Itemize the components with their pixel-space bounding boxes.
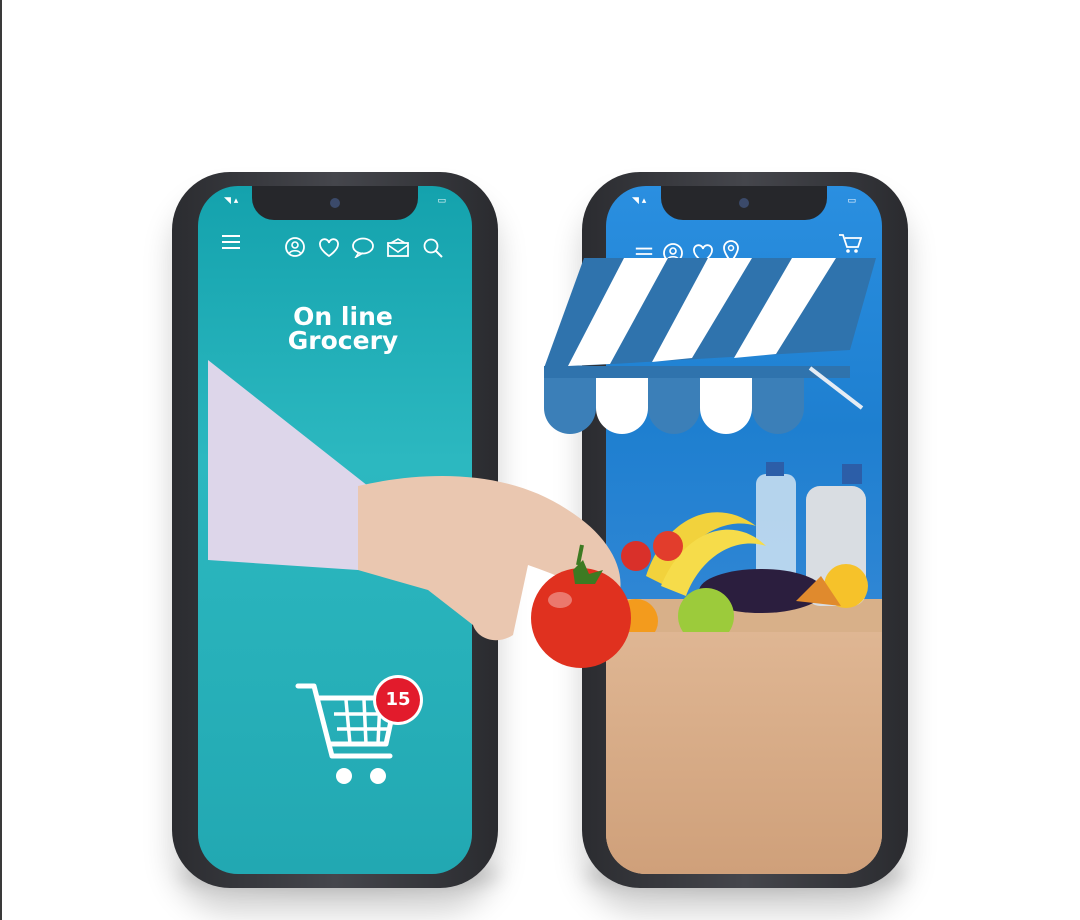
cart-icon[interactable] (838, 232, 862, 254)
mail-icon[interactable] (386, 238, 410, 258)
search-icon[interactable] (422, 237, 444, 259)
image-left-border (0, 0, 2, 920)
wifi-signal-icon: ◥ ▴ (632, 196, 647, 206)
cart-count-badge: 15 (376, 678, 420, 722)
menu-icon[interactable] (220, 232, 242, 252)
right-phone-notch (661, 186, 827, 220)
app-title-line2: Grocery (287, 326, 399, 355)
battery-icon: ▭ (847, 196, 856, 206)
hand-holding-tomato (208, 360, 631, 668)
wifi-signal-icon: ◥ ▴ (224, 196, 239, 206)
heart-icon[interactable] (318, 238, 340, 258)
battery-icon: ▭ (437, 196, 446, 206)
left-phone-notch (252, 186, 418, 220)
chat-icon[interactable] (351, 236, 375, 258)
user-icon[interactable] (284, 236, 306, 258)
